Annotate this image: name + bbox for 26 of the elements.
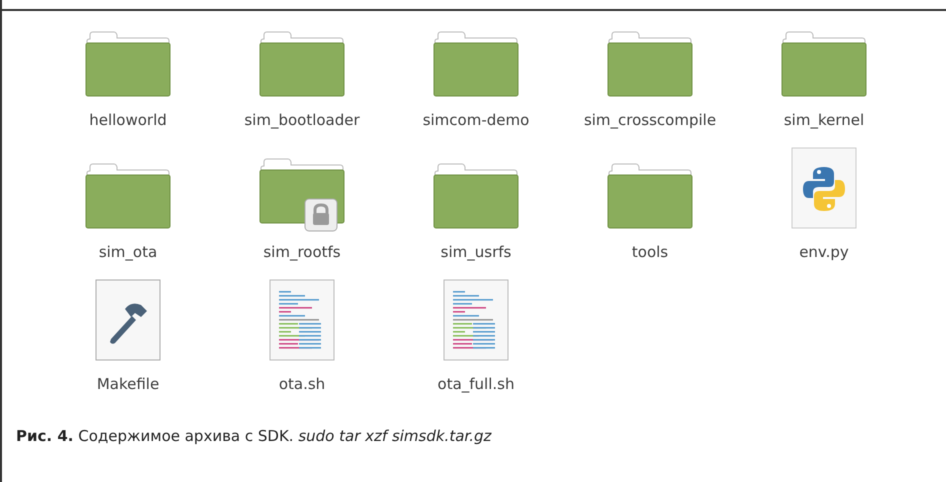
file-name[interactable]: env.py	[799, 243, 849, 261]
file-name[interactable]: tools	[632, 243, 668, 261]
text-file-icon	[443, 279, 509, 361]
folder-icon	[84, 163, 172, 229]
folder-icon	[84, 31, 172, 97]
text-file-icon	[269, 279, 335, 361]
folder-icon	[780, 31, 868, 97]
file-name[interactable]: sim_crosscompile	[584, 111, 716, 129]
file-name[interactable]: helloworld	[89, 111, 167, 129]
figure-caption: Рис. 4. Содержимое архива с SDK. sudo tar xzf simsdk.tar.gz	[16, 427, 492, 445]
file-name[interactable]: Makefile	[96, 375, 160, 393]
hammer-file-icon	[95, 279, 161, 361]
folder-icon	[606, 31, 694, 97]
file-name[interactable]: simcom-demo	[422, 111, 530, 129]
folder-icon	[606, 163, 694, 229]
file-name[interactable]: sim_kernel	[784, 111, 864, 129]
folder-icon	[258, 31, 346, 97]
file-name[interactable]: sim_ota	[98, 243, 158, 261]
file-name[interactable]: ota.sh	[278, 375, 326, 393]
folder-icon	[432, 31, 520, 97]
file-name[interactable]: sim_bootloader	[244, 111, 360, 129]
python-file-icon	[791, 147, 857, 229]
folder-icon	[432, 163, 520, 229]
file-name[interactable]: sim_usrfs	[440, 243, 512, 261]
file-name[interactable]: sim_rootfs	[263, 243, 341, 261]
file-name[interactable]: ota_full.sh	[438, 375, 514, 393]
